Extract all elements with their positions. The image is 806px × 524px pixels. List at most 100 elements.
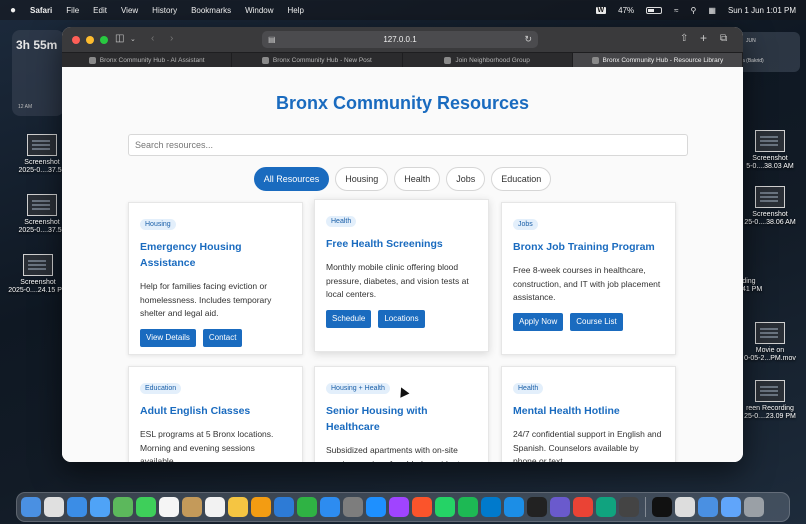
category-badge: Jobs: [513, 219, 538, 230]
filter-education[interactable]: Education: [491, 167, 552, 191]
schedule-button[interactable]: Schedule: [326, 309, 372, 328]
facetime-icon[interactable]: [136, 497, 156, 517]
contact-button[interactable]: Contact: [202, 328, 243, 347]
resource-title[interactable]: Bronx Job Training Program: [513, 239, 664, 255]
battery-icon[interactable]: [646, 6, 663, 14]
tab-new-post[interactable]: Bronx Community Hub - New Post: [232, 53, 403, 67]
desktop-file-movie[interactable]: Movie on 0-05-2...PM.mov: [738, 322, 802, 363]
address-url: 127.0.0.1: [383, 35, 417, 44]
finder-icon[interactable]: [21, 497, 41, 517]
chrome-icon[interactable]: [550, 497, 570, 517]
unity-icon[interactable]: [504, 497, 524, 517]
back-icon[interactable]: ‹: [151, 33, 154, 44]
shazam-icon[interactable]: [366, 497, 386, 517]
apple-menu-icon[interactable]: ●: [10, 5, 16, 16]
pages-icon[interactable]: [251, 497, 271, 517]
tab-resource-library[interactable]: Bronx Community Hub - Resource Library: [572, 53, 743, 67]
resource-title[interactable]: Free Health Screenings: [326, 236, 477, 252]
menu-history[interactable]: History: [152, 6, 177, 15]
resource-card: Health Mental Health Hotline 24/7 confid…: [501, 366, 676, 462]
archive-icon[interactable]: [721, 497, 741, 517]
sidebar-toggle-icon[interactable]: ◫: [115, 33, 124, 44]
dock-separator: [645, 497, 646, 517]
filter-all-resources[interactable]: All Resources: [253, 167, 330, 191]
safari-icon[interactable]: [67, 497, 87, 517]
menu-file[interactable]: File: [66, 6, 79, 15]
wps-status-icon[interactable]: W: [595, 6, 607, 14]
calendar-icon[interactable]: [159, 497, 179, 517]
tab-ai-assistant[interactable]: Bronx Community Hub - AI Assistant: [62, 53, 233, 67]
desktop-file-screenshot[interactable]: Screenshot 2025-0....24.15 PM: [6, 254, 70, 295]
filter-health[interactable]: Health: [394, 167, 441, 191]
search-icon[interactable]: ⚲: [691, 6, 697, 15]
menu-help[interactable]: Help: [288, 6, 304, 15]
locations-button[interactable]: Locations: [378, 309, 425, 328]
search-input[interactable]: [128, 134, 688, 156]
desktop-file-screenshot[interactable]: Screenshot 5-0....38.03 AM: [738, 130, 802, 171]
tab-join-group[interactable]: Join Neighborhood Group: [403, 53, 573, 67]
wps-icon[interactable]: [596, 497, 616, 517]
downloads-icon[interactable]: [675, 497, 695, 517]
resource-title[interactable]: Senior Housing with Healthcare: [326, 403, 477, 435]
view-details-button[interactable]: View Details: [140, 328, 196, 347]
system-settings-icon[interactable]: [343, 497, 363, 517]
maps-icon[interactable]: [113, 497, 133, 517]
spotify-icon[interactable]: [435, 497, 455, 517]
terminal-icon[interactable]: [619, 497, 639, 517]
numbers-icon[interactable]: [297, 497, 317, 517]
reminders-icon[interactable]: [205, 497, 225, 517]
menu-view[interactable]: View: [121, 6, 138, 15]
menu-window[interactable]: Window: [245, 6, 273, 15]
reload-icon[interactable]: ↻: [524, 34, 532, 45]
minimize-window-button[interactable]: [86, 35, 94, 44]
folder-icon[interactable]: [698, 497, 718, 517]
site-settings-icon[interactable]: ▤: [268, 35, 276, 44]
app-store-icon[interactable]: [320, 497, 340, 517]
chevron-down-icon[interactable]: ⌄: [130, 35, 136, 43]
filter-housing[interactable]: Housing: [335, 167, 389, 191]
notes-yellow-icon[interactable]: [228, 497, 248, 517]
desktop-file-recording[interactable]: rding .41 PM: [740, 278, 804, 294]
notes-icon[interactable]: [182, 497, 202, 517]
tab-overview-icon[interactable]: ⧉: [720, 33, 727, 44]
mail-icon[interactable]: [90, 497, 110, 517]
whatsapp-icon[interactable]: [412, 497, 432, 517]
app-menu-safari[interactable]: Safari: [30, 6, 52, 15]
launchpad-icon[interactable]: [44, 497, 64, 517]
notion-icon[interactable]: [652, 497, 672, 517]
wifi-icon[interactable]: ≈: [674, 6, 678, 15]
apply-now-button[interactable]: Apply Now: [513, 312, 564, 331]
new-tab-icon[interactable]: +: [700, 31, 707, 45]
address-bar[interactable]: ▤ 127.0.0.1 ↻: [262, 31, 538, 48]
calendar-widget[interactable]: JUN a (Bakrid): [738, 32, 800, 72]
vscode-icon[interactable]: [458, 497, 478, 517]
share-icon[interactable]: ⇧: [680, 33, 688, 44]
resource-card: Health Free Health Screenings Monthly mo…: [314, 199, 489, 352]
resource-description: Subsidized apartments with on-site nursi…: [326, 445, 466, 462]
resource-title[interactable]: Emergency Housing Assistance: [140, 239, 291, 271]
craft-icon[interactable]: [527, 497, 547, 517]
menu-bookmarks[interactable]: Bookmarks: [191, 6, 231, 15]
brave-icon[interactable]: [389, 497, 409, 517]
file-thumbnail: [755, 130, 785, 152]
trash-icon[interactable]: [744, 497, 764, 517]
course-list-button[interactable]: Course List: [570, 312, 623, 331]
keynote-icon[interactable]: [274, 497, 294, 517]
desktop-file-screen-recording[interactable]: reen Recording 25-0....23.09 PM: [738, 380, 802, 421]
file-thumbnail: [755, 380, 785, 402]
resource-title[interactable]: Adult English Classes: [140, 403, 291, 419]
control-center-icon[interactable]: ▦: [708, 6, 716, 15]
menu-datetime[interactable]: Sun 1 Jun 1:01 PM: [728, 6, 796, 15]
menu-edit[interactable]: Edit: [93, 6, 107, 15]
forward-icon[interactable]: ›: [170, 33, 173, 44]
chatgpt-icon[interactable]: [573, 497, 593, 517]
dock: [16, 492, 790, 522]
filter-jobs[interactable]: Jobs: [446, 167, 486, 191]
close-window-button[interactable]: [72, 35, 80, 44]
xcode-icon[interactable]: [481, 497, 501, 517]
resource-description: Monthly mobile clinic offering blood pre…: [326, 262, 469, 299]
desktop-file-screenshot[interactable]: Screenshot 25-0....38.06 AM: [738, 186, 802, 227]
resource-title[interactable]: Mental Health Hotline: [513, 403, 664, 419]
screen-time-widget[interactable]: 3h 55m 12 AM: [12, 30, 64, 116]
zoom-window-button[interactable]: [100, 35, 108, 44]
